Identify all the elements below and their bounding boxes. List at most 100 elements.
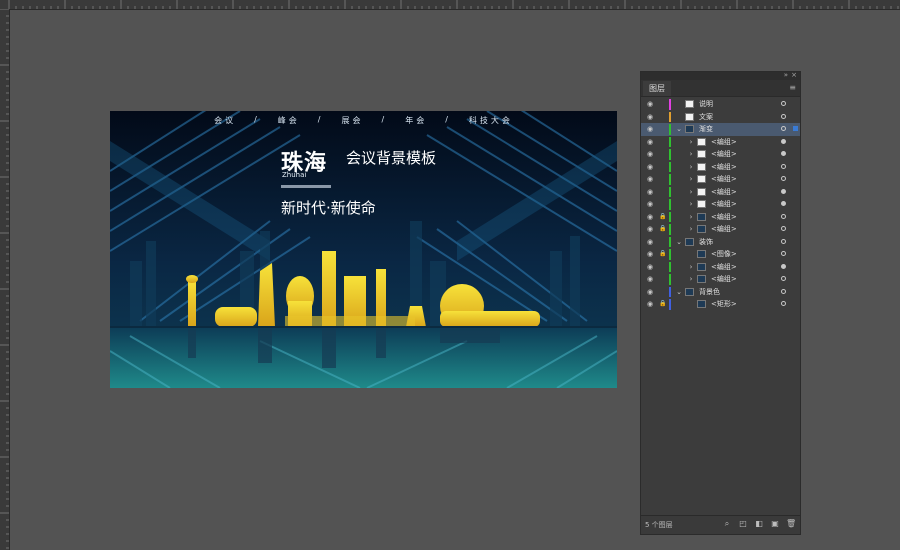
chevron-right-icon[interactable]: › [687,161,695,174]
artboard[interactable]: 会议 / 峰会 / 展会 / 年会 / 科技大会 珠海 Zhuhai 会议背景模… [110,111,617,388]
target-icon[interactable] [781,301,786,306]
eye-icon[interactable]: ◉ [645,98,655,111]
chevron-right-icon[interactable]: › [687,198,695,211]
layer-color-bar [669,149,671,160]
chevron-down-icon[interactable]: ⌄ [675,286,683,299]
target-icon[interactable] [781,276,786,281]
target-icon[interactable] [781,151,786,156]
target-icon[interactable] [781,176,786,181]
eye-icon[interactable]: ◉ [645,148,655,161]
eye-icon[interactable]: ◉ [645,248,655,261]
target-icon[interactable] [781,138,786,144]
layer-row[interactable]: ◉ › <编组> [641,136,800,149]
layer-row[interactable]: ◉ › <编组> [641,173,800,186]
eye-icon[interactable]: ◉ [645,298,655,311]
eye-icon[interactable]: ◉ [645,173,655,186]
layer-row[interactable]: ◉ › <编组> [641,161,800,174]
layer-list: ◉ 说明 ◉ 文案 ◉ ⌄ 渐变 ◉ › <编组> ◉ › <编组> ◉ › <编组> ◉ › <编组> ◉ › <编组>… [641,98,800,311]
layer-row[interactable]: ◉ ⌄ 装饰 [641,236,800,249]
chevron-right-icon[interactable]: › [687,273,695,286]
target-icon[interactable] [781,263,786,269]
lock-icon[interactable]: 🔒 [659,298,667,311]
layer-row[interactable]: ◉ 🔒 <图像> [641,248,800,261]
layer-row[interactable]: ◉ › <编组> [641,261,800,274]
chevron-down-icon[interactable]: ⌄ [675,236,683,249]
collapse-icon[interactable]: » [784,71,788,79]
chevron-right-icon[interactable]: › [687,136,695,149]
layer-row[interactable]: ◉ 🔒 › <编组> [641,211,800,224]
layer-color-bar [669,161,671,172]
lock-icon[interactable]: 🔒 [659,248,667,261]
layer-row[interactable]: ◉ › <编组> [641,186,800,199]
target-icon[interactable] [781,113,786,119]
target-icon[interactable] [781,201,786,206]
layer-row[interactable]: ◉ 文案 [641,111,800,124]
layer-row[interactable]: ◉ › <编组> [641,198,800,211]
target-icon[interactable] [781,163,786,169]
eye-icon[interactable]: ◉ [645,136,655,149]
layer-thumbnail [697,200,706,208]
target-icon[interactable] [781,101,786,106]
title-divider [281,185,331,188]
search-icon[interactable]: ⌕ [722,519,732,529]
chevron-right-icon[interactable]: › [687,211,695,224]
layer-thumbnail [697,275,706,283]
layer-row[interactable]: ◉ 🔒 <矩形> [641,298,800,311]
layer-row[interactable]: ◉ › <编组> [641,148,800,161]
tab-layers[interactable]: 图层 [643,81,671,96]
chevron-right-icon[interactable]: › [687,173,695,186]
layer-row[interactable]: ◉ 🔒 › <编组> [641,223,800,236]
layer-row[interactable]: ◉ ⌄ 背景色 [641,286,800,299]
target-icon[interactable] [781,288,786,294]
layer-row[interactable]: ◉ 说明 [641,98,800,111]
target-icon[interactable] [781,126,786,131]
layer-row[interactable]: ◉ ⌄ 渐变 [641,123,800,136]
target-icon[interactable] [781,226,786,231]
target-icon[interactable] [781,238,786,244]
nav-item: 峰会 [277,116,300,125]
eye-icon[interactable]: ◉ [645,161,655,174]
lock-icon[interactable]: 🔒 [659,211,667,224]
chevron-down-icon[interactable]: ⌄ [675,123,683,136]
eye-icon[interactable]: ◉ [645,198,655,211]
vertical-ruler[interactable] [0,9,10,550]
chevron-right-icon[interactable]: › [687,186,695,199]
layer-color-bar [669,249,671,260]
eye-icon[interactable]: ◉ [645,111,655,124]
layer-thumbnail [697,225,706,233]
layer-name: <编组> [711,175,737,183]
eye-icon[interactable]: ◉ [645,261,655,274]
event-type-nav: 会议 / 峰会 / 展会 / 年会 / 科技大会 [110,115,617,127]
clip-mask-icon[interactable]: ◧ [754,519,764,529]
slogan: 新时代·新使命 [281,199,376,217]
layer-name: <编组> [711,275,737,283]
eye-icon[interactable]: ◉ [645,273,655,286]
hamburger-icon[interactable]: ≡ [789,83,796,92]
layer-color-bar [669,236,671,247]
layer-color-bar [669,174,671,185]
new-sublayer-icon[interactable]: ◰ [738,519,748,529]
eye-icon[interactable]: ◉ [645,286,655,299]
layer-row[interactable]: ◉ › <编组> [641,273,800,286]
new-layer-icon[interactable]: ▣ [770,519,780,529]
target-icon[interactable] [781,251,786,256]
selection-indicator[interactable] [793,126,798,131]
eye-icon[interactable]: ◉ [645,123,655,136]
chevron-right-icon[interactable]: › [687,148,695,161]
trash-icon[interactable]: 🗑 [786,519,796,529]
layer-color-bar [669,99,671,110]
eye-icon[interactable]: ◉ [645,236,655,249]
city-title-english: Zhuhai [282,171,307,179]
layer-color-bar [669,224,671,235]
close-icon[interactable]: × [791,71,797,79]
target-icon[interactable] [781,188,786,194]
eye-icon[interactable]: ◉ [645,211,655,224]
horizontal-ruler[interactable] [0,0,900,10]
chevron-right-icon[interactable]: › [687,261,695,274]
lock-icon[interactable]: 🔒 [659,223,667,236]
eye-icon[interactable]: ◉ [645,223,655,236]
eye-icon[interactable]: ◉ [645,186,655,199]
target-icon[interactable] [781,213,786,219]
chevron-right-icon[interactable]: › [687,223,695,236]
panel-titlebar[interactable]: » × [641,71,800,80]
